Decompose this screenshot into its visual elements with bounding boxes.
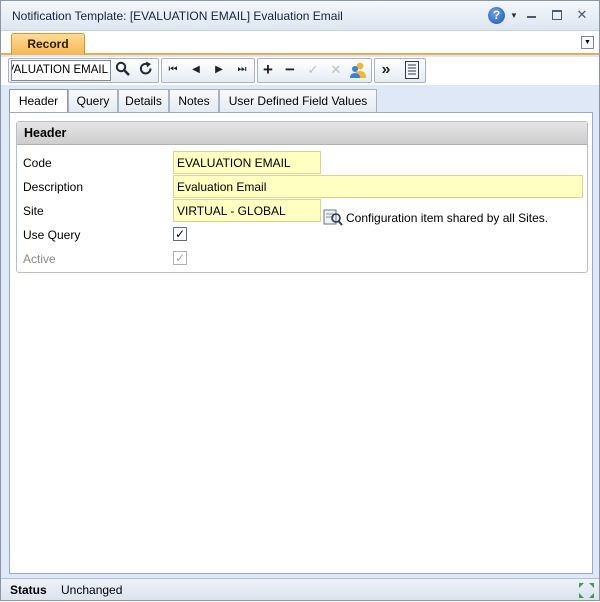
maximize-button[interactable]: [546, 6, 568, 24]
content-panel: Header Code EVALUATION EMAIL Description…: [9, 112, 593, 574]
header-section: Header Code EVALUATION EMAIL Description…: [16, 121, 588, 273]
status-label: Status: [10, 583, 47, 597]
add-icon[interactable]: +: [259, 61, 277, 79]
save-icon[interactable]: ✓: [304, 61, 322, 79]
last-record-icon[interactable]: ⏭: [233, 61, 251, 79]
next-record-icon[interactable]: ▶: [210, 61, 228, 79]
delete-icon[interactable]: −: [281, 61, 299, 79]
help-icon[interactable]: ?: [488, 6, 505, 24]
notification-template-window: Notification Template: [EVALUATION EMAIL…: [0, 0, 600, 601]
first-record-icon[interactable]: ⏮: [164, 61, 182, 79]
tab-details[interactable]: Details: [118, 89, 169, 113]
site-field[interactable]: VIRTUAL - GLOBAL: [173, 199, 321, 222]
record-toolbar: EVALUATION EMAIL ⏮ ◀ ▶ ⏭ + − ✓ ✕ »: [1, 57, 599, 85]
active-checkbox[interactable]: ✓: [173, 251, 187, 265]
window-title: Notification Template: [EVALUATION EMAIL…: [12, 9, 343, 23]
users-icon[interactable]: [349, 61, 367, 79]
expand-icon[interactable]: [578, 582, 595, 599]
window-controls: ? ▼ ✕: [488, 6, 593, 24]
status-bar: Status Unchanged: [1, 578, 599, 600]
use-query-label: Use Query: [23, 228, 81, 242]
code-label: Code: [23, 156, 52, 170]
status-value: Unchanged: [61, 583, 123, 597]
description-field[interactable]: Evaluation Email: [173, 175, 583, 198]
help-dropdown-icon[interactable]: ▼: [510, 11, 518, 20]
description-label: Description: [23, 180, 84, 194]
tab-record[interactable]: Record: [11, 33, 85, 55]
code-field[interactable]: EVALUATION EMAIL: [173, 151, 321, 174]
title-bar: Notification Template: [EVALUATION EMAIL…: [1, 1, 599, 31]
minimize-button[interactable]: [521, 6, 543, 24]
site-shared-note: Configuration item shared by all Sites.: [346, 211, 549, 225]
tab-query[interactable]: Query: [68, 89, 118, 113]
close-button[interactable]: ✕: [571, 6, 593, 24]
tab-notes[interactable]: Notes: [169, 89, 219, 113]
site-label: Site: [23, 204, 44, 218]
search-icon[interactable]: [114, 61, 132, 79]
use-query-checkbox[interactable]: ✓: [173, 227, 187, 241]
tab-user-defined-field-values[interactable]: User Defined Field Values: [219, 89, 377, 113]
active-label: Active: [23, 252, 56, 266]
list-icon[interactable]: [403, 61, 421, 79]
tab-header[interactable]: Header: [9, 89, 68, 114]
section-title: Header: [17, 122, 587, 145]
record-lookup-input[interactable]: EVALUATION EMAIL: [11, 60, 111, 81]
refresh-icon[interactable]: [137, 61, 155, 79]
record-tabstrip: Record ▼: [1, 31, 599, 55]
previous-record-icon[interactable]: ◀: [187, 61, 205, 79]
more-icon[interactable]: »: [377, 61, 395, 79]
cancel-icon[interactable]: ✕: [327, 61, 345, 79]
site-lookup-icon[interactable]: [323, 208, 343, 226]
tabstrip-menu-button[interactable]: ▼: [581, 36, 594, 49]
